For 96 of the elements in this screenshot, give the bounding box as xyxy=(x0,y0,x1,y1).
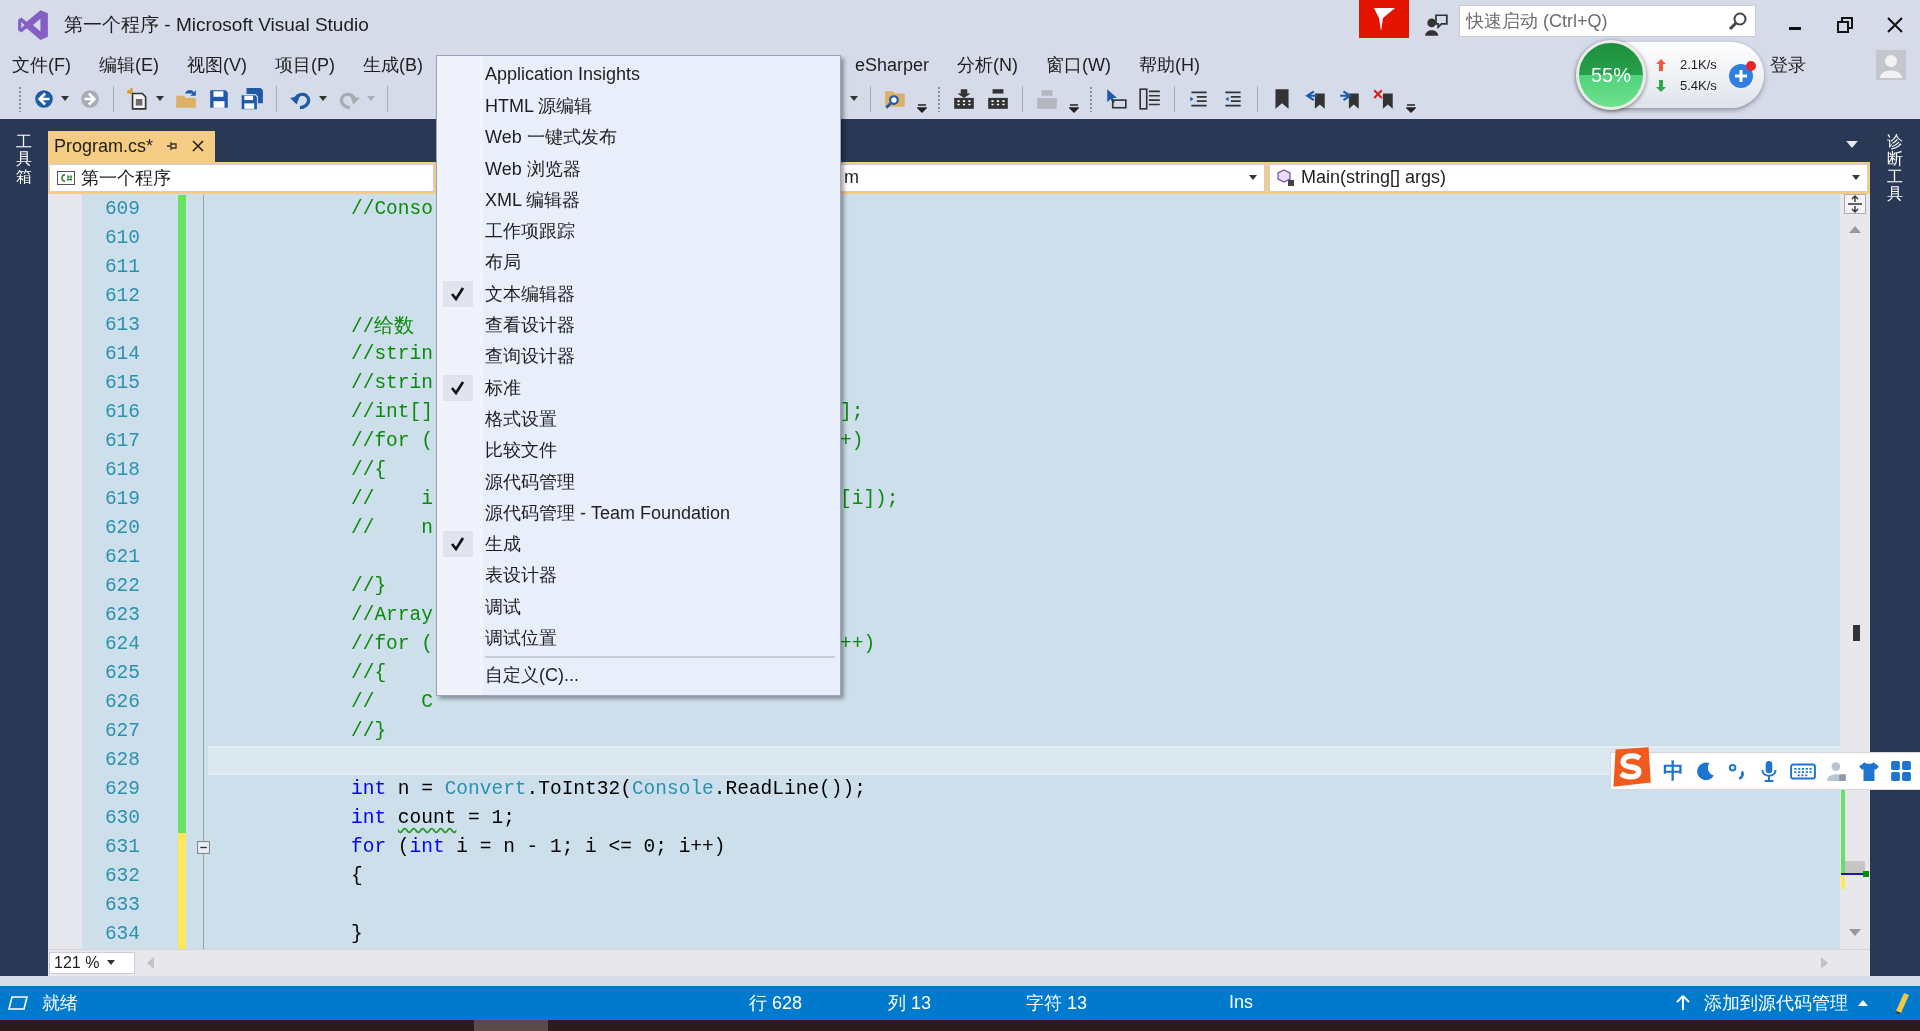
code-line: //for ( xyxy=(351,430,433,453)
code-line: //Array xyxy=(351,604,433,627)
line-number: 627 xyxy=(103,718,140,744)
menu-item[interactable]: 格式设置 xyxy=(437,403,840,435)
code-line: //{ xyxy=(351,662,387,685)
code-line: //strin xyxy=(351,372,433,395)
menu-item[interactable]: Web 一键式发布 xyxy=(437,121,840,153)
line-number: 615 xyxy=(103,370,140,396)
input-mode-toggle[interactable]: 中 xyxy=(1663,757,1684,785)
menu-item[interactable]: 工作项跟踪 xyxy=(437,215,840,247)
line-number: 632 xyxy=(103,863,140,889)
menu-item[interactable]: 调试 xyxy=(437,591,840,623)
line-number: 620 xyxy=(103,515,140,541)
menu-item[interactable]: 文件(F) xyxy=(4,53,79,78)
code-line: //{ xyxy=(351,459,387,482)
line-number: 618 xyxy=(103,457,140,483)
menu-item[interactable]: 生成(B) xyxy=(355,53,431,78)
menu-item[interactable]: 自定义(C)... xyxy=(437,659,840,691)
code-line: //strin xyxy=(351,343,433,366)
member-dropdown[interactable]: Main(string[] args) xyxy=(1269,163,1868,192)
document-tab[interactable]: Program.cs* xyxy=(48,130,216,162)
line-number: 624 xyxy=(103,631,140,657)
menu-item[interactable]: 编辑(E) xyxy=(91,53,167,78)
menu-item[interactable]: 表设计器 xyxy=(437,559,840,592)
line-number: 626 xyxy=(103,689,140,715)
line-number: 630 xyxy=(103,805,140,831)
code-line: for (int i = n - 1; i <= 0; i++) xyxy=(351,836,726,859)
download-speed: 5.4K/s xyxy=(1680,78,1717,93)
line-number: 619 xyxy=(103,486,140,512)
menu-item[interactable]: 分析(N) xyxy=(949,53,1027,78)
code-line: { xyxy=(351,865,363,888)
code-line: } xyxy=(351,923,363,946)
line-number: 613 xyxy=(103,312,140,338)
code-line: //} xyxy=(351,720,387,743)
code-line: // n xyxy=(351,517,433,540)
code-line: //int[] xyxy=(351,401,433,424)
window-title: 第一个程序 - Microsoft Visual Studio xyxy=(64,12,369,37)
menu-item[interactable]: 源代码管理 - Team Foundation xyxy=(437,497,840,529)
source-control-button[interactable]: 添加到源代码管理 xyxy=(1704,990,1848,1015)
line-number: 610 xyxy=(103,225,140,251)
network-monitor-widget[interactable]: 55% 2.1K/s 5.4K/s xyxy=(1578,42,1764,108)
line-number: 621 xyxy=(103,544,140,570)
menu-item[interactable]: 项目(P) xyxy=(267,53,343,78)
line-number: 622 xyxy=(103,573,140,599)
column-indicator: 列 13 xyxy=(888,991,933,1015)
insert-mode-indicator: Ins xyxy=(1229,992,1253,1014)
sign-in-link[interactable]: 登录 xyxy=(1770,53,1806,78)
line-indicator: 行 628 xyxy=(749,991,804,1015)
menu-item[interactable]: 布局 xyxy=(437,246,840,279)
code-fragment: ]; xyxy=(840,401,864,424)
status-text: 就绪 xyxy=(42,991,79,1015)
line-number: 631 xyxy=(103,834,140,860)
code-line: //for ( xyxy=(351,633,433,656)
line-number: 617 xyxy=(103,428,140,454)
code-fragment: +) xyxy=(840,430,864,453)
diagnostic-tools-tab[interactable]: 诊断工具 xyxy=(1887,132,1903,203)
line-number: 611 xyxy=(103,254,140,280)
code-line: //} xyxy=(351,575,387,598)
line-number: 623 xyxy=(103,602,140,628)
menu-item[interactable]: 窗口(W) xyxy=(1038,53,1120,78)
menu-item[interactable]: 生成 xyxy=(437,528,840,560)
line-number: 633 xyxy=(103,892,140,918)
code-line: int count = 1; xyxy=(351,807,515,830)
code-line: //给数 xyxy=(351,314,415,339)
project-dropdown[interactable]: 第一个程序 xyxy=(49,163,434,192)
line-number: 616 xyxy=(103,399,140,425)
code-line: // i xyxy=(351,488,433,511)
line-number: 609 xyxy=(103,196,140,222)
menu-item[interactable]: 比较文件 xyxy=(437,434,840,466)
code-fragment: [i]); xyxy=(840,488,899,511)
line-number: 629 xyxy=(103,776,140,802)
zoom-dropdown[interactable]: 121 % xyxy=(49,951,135,974)
menu-item[interactable]: 标准 xyxy=(437,371,840,404)
menu-item[interactable]: HTML 源编辑 xyxy=(437,90,840,122)
menu-item[interactable]: eSharper xyxy=(847,54,938,76)
toolbox-tab[interactable]: 工具箱 xyxy=(16,132,32,186)
menu-item[interactable]: 源代码管理 xyxy=(437,465,840,498)
menu-item[interactable]: Application Insights xyxy=(437,59,840,91)
menu-item[interactable]: 视图(V) xyxy=(179,53,255,78)
code-line: // C xyxy=(351,691,433,714)
code-line: int n = Convert.ToInt32(Console.ReadLine()); xyxy=(351,778,866,801)
code-line: //Conso xyxy=(351,198,433,221)
quick-launch-field[interactable]: 快速启动 (Ctrl+Q) xyxy=(1459,5,1756,37)
upload-speed: 2.1K/s xyxy=(1680,57,1717,72)
character-indicator: 字符 13 xyxy=(1026,991,1089,1015)
code-fragment: ++) xyxy=(840,633,876,656)
menu-item[interactable]: 查看设计器 xyxy=(437,309,840,341)
line-number: 612 xyxy=(103,283,140,309)
line-number: 614 xyxy=(103,341,140,367)
menu-item[interactable]: 调试位置 xyxy=(437,622,840,654)
menu-item[interactable]: 文本编辑器 xyxy=(437,278,840,310)
menu-item[interactable]: 帮助(H) xyxy=(1131,53,1209,78)
line-number: 634 xyxy=(103,921,140,947)
menu-item[interactable]: 查询设计器 xyxy=(437,340,840,372)
line-number: 625 xyxy=(103,660,140,686)
line-number: 628 xyxy=(103,747,140,773)
